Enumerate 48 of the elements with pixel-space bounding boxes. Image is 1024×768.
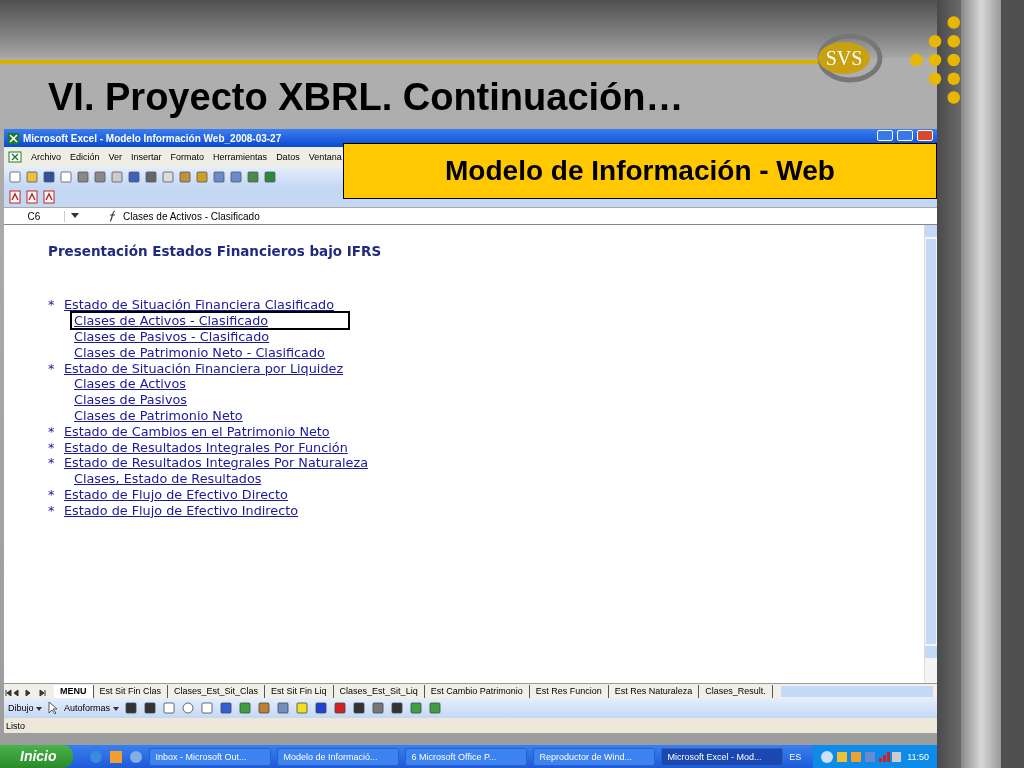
menu-item[interactable]: Edición bbox=[70, 152, 100, 162]
caret-icon bbox=[36, 707, 42, 711]
menu-item[interactable]: Formato bbox=[170, 152, 205, 162]
taskbar-button[interactable]: Microsoft Excel - Mod... bbox=[660, 747, 783, 766]
taskbar-button[interactable]: Modelo de Informació... bbox=[276, 747, 399, 766]
restore-button[interactable] bbox=[897, 130, 913, 141]
sheet-tab[interactable]: MENU bbox=[54, 685, 94, 698]
dropdown-arrow-icon[interactable] bbox=[71, 213, 79, 219]
pointer-icon[interactable] bbox=[47, 701, 59, 715]
status-text: Listo bbox=[6, 720, 25, 731]
window-title: Microsoft Excel - Modelo Información Web_2008-03-27 bbox=[23, 132, 282, 144]
pdf-icon[interactable] bbox=[8, 190, 22, 204]
menu-item[interactable]: Ver bbox=[108, 152, 123, 162]
taskbar-button[interactable]: Inbox - Microsoft Out... bbox=[148, 747, 271, 766]
drawing-menu-button[interactable]: Dibujo bbox=[8, 703, 42, 713]
close-button[interactable] bbox=[917, 130, 933, 141]
bullet: * bbox=[48, 360, 56, 376]
menu-item[interactable]: Datos bbox=[276, 152, 300, 162]
bullet: * bbox=[48, 486, 56, 502]
sheet-link[interactable]: Clases de Activos - Clasificado bbox=[70, 311, 351, 331]
spreadsheet-icon[interactable] bbox=[8, 151, 22, 163]
language-indicator[interactable]: ES bbox=[789, 751, 802, 762]
clock: 11:50 bbox=[907, 751, 929, 762]
name-box[interactable]: C6 bbox=[4, 210, 65, 222]
autoshapes-button[interactable]: Autoformas bbox=[64, 703, 119, 713]
formula-field[interactable]: Clases de Activos - Clasificado bbox=[123, 210, 260, 222]
menu-item[interactable]: Ventana bbox=[308, 152, 342, 162]
caret-icon bbox=[112, 707, 119, 711]
bullet: * bbox=[48, 502, 56, 518]
bullet: * bbox=[48, 439, 56, 455]
bullet: * bbox=[48, 455, 56, 471]
minimize-button[interactable] bbox=[877, 130, 893, 141]
sheet-heading: Presentación Estados Financieros bajo IFRS bbox=[48, 243, 383, 259]
horizontal-scrollbar[interactable] bbox=[780, 686, 933, 697]
vertical-scrollbar[interactable] bbox=[924, 225, 937, 683]
function-icon bbox=[107, 210, 117, 222]
menu-item[interactable]: Herramientas bbox=[213, 152, 268, 162]
banner: Modelo de Información - Web bbox=[343, 143, 937, 199]
menu-item[interactable]: Insertar bbox=[131, 152, 162, 162]
bullet: * bbox=[48, 423, 56, 439]
bullet: * bbox=[48, 297, 56, 313]
slide-title: VI. Proyecto XBRL. Continuación… bbox=[48, 75, 685, 120]
spreadsheet-icon bbox=[8, 132, 19, 144]
pdf-icon[interactable] bbox=[25, 190, 39, 204]
menu-item[interactable]: Archivo bbox=[31, 152, 61, 162]
taskbar-button[interactable]: Reproductor de Wind... bbox=[532, 747, 655, 766]
pdf-icon[interactable] bbox=[42, 190, 56, 204]
taskbar-button[interactable]: 6 Microsoft Office P... bbox=[404, 747, 527, 766]
